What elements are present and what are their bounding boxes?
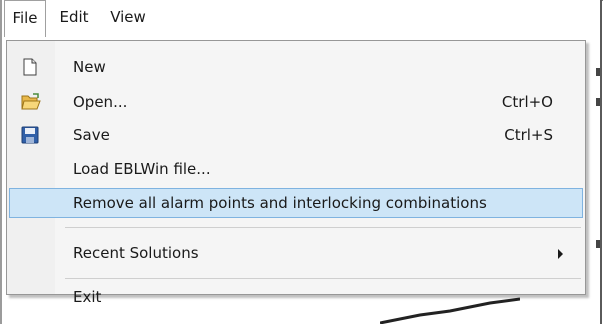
menu-item-open[interactable]: Open... Ctrl+O [9, 88, 583, 118]
save-floppy-icon [21, 126, 39, 144]
menu-separator [65, 227, 581, 228]
open-folder-icon [21, 93, 41, 111]
menu-file[interactable]: File [4, 0, 46, 37]
menu-item-label: Save [73, 126, 110, 144]
shortcut-label: Ctrl+O [501, 93, 553, 111]
menu-edit[interactable]: Edit [54, 0, 94, 34]
shortcut-label: Ctrl+S [504, 126, 553, 144]
menu-view[interactable]: View [103, 0, 153, 34]
file-dropdown-menu: New Open... Ctrl+O Save Ctrl+S Load EBLW… [6, 40, 586, 306]
window-frame-right [600, 0, 602, 324]
menu-bar: File Edit View [2, 0, 600, 40]
menu-item-label: Recent Solutions [73, 244, 199, 262]
menu-separator [65, 278, 581, 279]
menu-item-save[interactable]: Save Ctrl+S [9, 121, 583, 151]
menu-item-label: Remove all alarm points and interlocking… [73, 194, 487, 212]
new-document-icon [21, 58, 39, 76]
menu-item-exit[interactable]: Exit [9, 283, 583, 313]
menu-item-recent-solutions[interactable]: Recent Solutions [9, 239, 583, 269]
background-glyph [596, 240, 600, 248]
menu-item-load-eblwin[interactable]: Load EBLWin file... [9, 155, 583, 185]
window-frame-left [0, 0, 2, 324]
menu-item-remove-alarm-points[interactable]: Remove all alarm points and interlocking… [9, 188, 583, 218]
menu-item-label: Load EBLWin file... [73, 160, 211, 178]
menu-item-label: Exit [73, 288, 102, 306]
menu-item-label: Open... [73, 93, 128, 111]
menu-item-new[interactable]: New [9, 53, 583, 83]
menu-item-label: New [73, 58, 106, 76]
background-glyph [596, 98, 600, 106]
submenu-arrow-icon [558, 249, 563, 259]
background-glyph [596, 68, 600, 76]
